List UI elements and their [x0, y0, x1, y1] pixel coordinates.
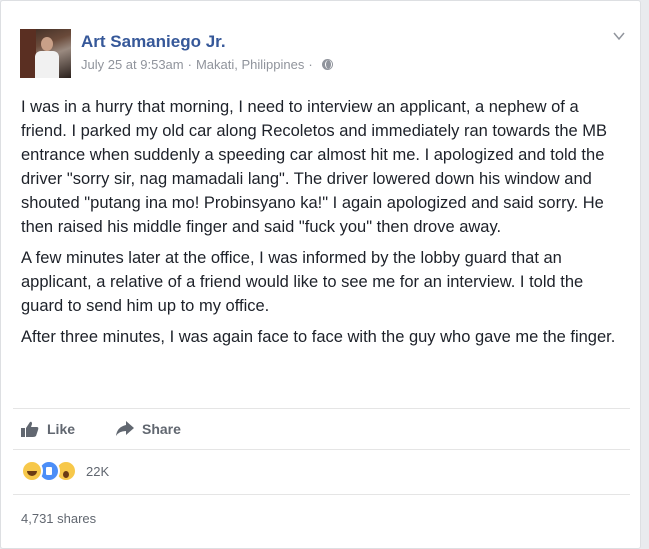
avatar[interactable] [20, 29, 71, 78]
like-button[interactable]: Like [21, 420, 75, 438]
reactions-summary[interactable]: 22K [21, 460, 109, 482]
chevron-down-icon[interactable] [612, 29, 626, 43]
post-location[interactable]: Makati, Philippines [196, 57, 304, 72]
haha-reaction-icon [21, 460, 43, 482]
share-button[interactable]: Share [116, 420, 181, 438]
globe-icon[interactable] [321, 59, 333, 70]
meta-separator: · [187, 57, 192, 72]
post-meta: July 25 at 9:53am · Makati, Philippines … [81, 57, 333, 72]
share-arrow-icon [116, 421, 134, 436]
share-label: Share [142, 421, 181, 437]
like-label: Like [47, 421, 76, 437]
divider [13, 408, 630, 409]
reaction-count[interactable]: 22K [86, 464, 109, 479]
divider [13, 449, 630, 450]
post-paragraph: I was in a hurry that morning, I need to… [21, 98, 608, 236]
meta-separator-2: · [308, 57, 313, 72]
divider [13, 494, 630, 495]
post-date[interactable]: July 25 at 9:53am [81, 57, 184, 72]
avatar-background [20, 29, 36, 78]
avatar-head [41, 37, 53, 51]
post-paragraph: A few minutes later at the office, I was… [21, 249, 584, 315]
post-card: Art Samaniego Jr. July 25 at 9:53am · Ma… [0, 0, 641, 549]
post-body: I was in a hurry that morning, I need to… [21, 95, 621, 356]
share-count[interactable]: 4,731 shares [21, 511, 96, 526]
author-name[interactable]: Art Samaniego Jr. [81, 32, 226, 52]
thumbs-up-icon [21, 421, 39, 437]
avatar-shirt [35, 51, 59, 78]
post-paragraph: After three minutes, I was again face to… [21, 328, 616, 346]
